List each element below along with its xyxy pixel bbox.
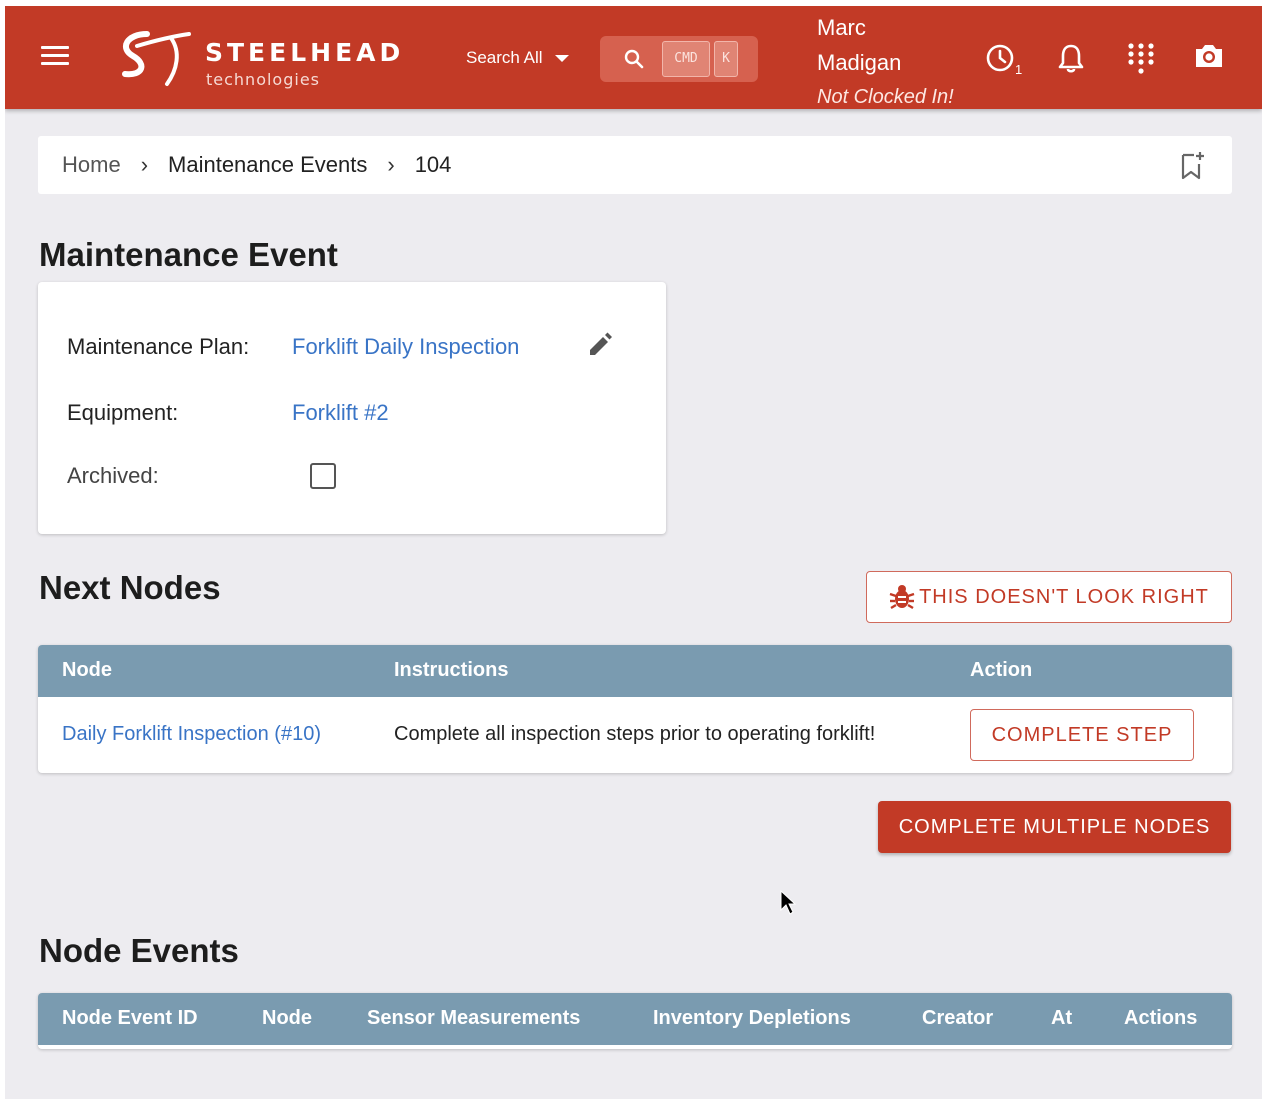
complete-multiple-nodes-label: COMPLETE MULTIPLE NODES [898, 815, 1211, 838]
apps-grid-icon[interactable] [1127, 42, 1167, 82]
column-header-actions[interactable]: Actions [1124, 1007, 1197, 1030]
column-header-node[interactable]: Node [62, 659, 112, 682]
table-header: Node Event ID Node Sensor Measurements I… [38, 993, 1232, 1045]
next-nodes-title: Next Nodes [39, 569, 221, 606]
column-header-creator[interactable]: Creator [922, 1007, 993, 1030]
user-first-name: Marc [817, 15, 866, 40]
archived-label: Archived: [67, 463, 159, 488]
app-window: STEELHEAD technologies Search All CMD K … [5, 6, 1262, 1099]
table-row: Daily Forklift Inspection (#10) Complete… [38, 697, 1232, 773]
mouse-cursor-icon [780, 889, 797, 921]
node-link[interactable]: Daily Forklift Inspection (#10) [62, 723, 321, 746]
plan-label: Maintenance Plan: [67, 334, 250, 359]
chevron-right-icon: › [140, 152, 149, 177]
steelhead-logo[interactable]: STEELHEAD technologies [117, 26, 400, 90]
column-header-sensor-measurements[interactable]: Sensor Measurements [367, 1007, 580, 1030]
bell-icon[interactable] [1057, 42, 1097, 82]
column-header-node[interactable]: Node [262, 1007, 312, 1030]
shortcut-key-cmd: CMD [662, 41, 710, 77]
node-instructions: Complete all inspection steps prior to o… [394, 723, 876, 745]
archived-checkbox[interactable] [310, 463, 336, 489]
column-header-inventory-depletions[interactable]: Inventory Depletions [653, 1007, 851, 1030]
caret-down-icon [554, 54, 569, 62]
search-icon [624, 49, 644, 69]
breadcrumb: Home › Maintenance Events › 104 [38, 136, 1232, 194]
bookmark-add-icon[interactable] [1180, 150, 1206, 186]
bug-icon [889, 585, 915, 610]
top-app-bar: STEELHEAD technologies Search All CMD K … [5, 6, 1262, 109]
clock-status: Not Clocked In! [817, 86, 954, 108]
camera-icon[interactable] [1193, 42, 1233, 82]
next-nodes-table: Node Instructions Action Daily Forklift … [38, 645, 1232, 773]
maintenance-event-card: Maintenance Plan: Forklift Daily Inspect… [38, 282, 666, 534]
user-info[interactable]: Marc Madigan Not Clocked In! [817, 10, 954, 115]
brand-name: STEELHEAD [205, 38, 405, 67]
equipment-link[interactable]: Forklift #2 [292, 400, 389, 426]
report-issue-label: THIS DOESN'T LOOK RIGHT [919, 585, 1209, 608]
node-events-title: Node Events [39, 932, 239, 969]
column-header-at[interactable]: At [1051, 1007, 1072, 1030]
complete-multiple-nodes-button[interactable]: COMPLETE MULTIPLE NODES [878, 801, 1231, 853]
report-issue-button[interactable]: THIS DOESN'T LOOK RIGHT [866, 571, 1232, 623]
shortcut-key-k: K [714, 41, 738, 77]
complete-step-label: COMPLETE STEP [991, 723, 1173, 746]
logo-mark-icon [122, 31, 191, 86]
search-scope-dropdown[interactable]: Search All [466, 48, 569, 68]
search-button[interactable]: CMD K [600, 36, 758, 82]
node-events-table: Node Event ID Node Sensor Measurements I… [38, 993, 1232, 1049]
menu-icon[interactable] [41, 46, 69, 68]
equipment-label: Equipment: [67, 400, 179, 425]
column-header-node-event-id[interactable]: Node Event ID [62, 1007, 198, 1030]
column-header-instructions[interactable]: Instructions [394, 659, 508, 682]
complete-step-button[interactable]: COMPLETE STEP [970, 709, 1194, 761]
table-header: Node Instructions Action [38, 645, 1232, 697]
breadcrumb-current: 104 [414, 152, 452, 177]
edit-pencil-icon[interactable] [586, 330, 614, 363]
plan-link[interactable]: Forklift Daily Inspection [292, 334, 519, 360]
column-header-action[interactable]: Action [970, 659, 1032, 682]
brand-subtitle: technologies [206, 70, 320, 89]
search-scope-label: Search All [466, 48, 543, 67]
breadcrumb-home[interactable]: Home [62, 152, 121, 178]
user-last-name: Madigan [817, 50, 902, 75]
clock-icon[interactable]: 1 [985, 42, 1025, 82]
clock-count: 1 [1015, 62, 1023, 77]
maintenance-event-title: Maintenance Event [39, 236, 338, 273]
chevron-right-icon: › [387, 152, 395, 177]
breadcrumb-maintenance-events[interactable]: Maintenance Events [168, 152, 367, 178]
